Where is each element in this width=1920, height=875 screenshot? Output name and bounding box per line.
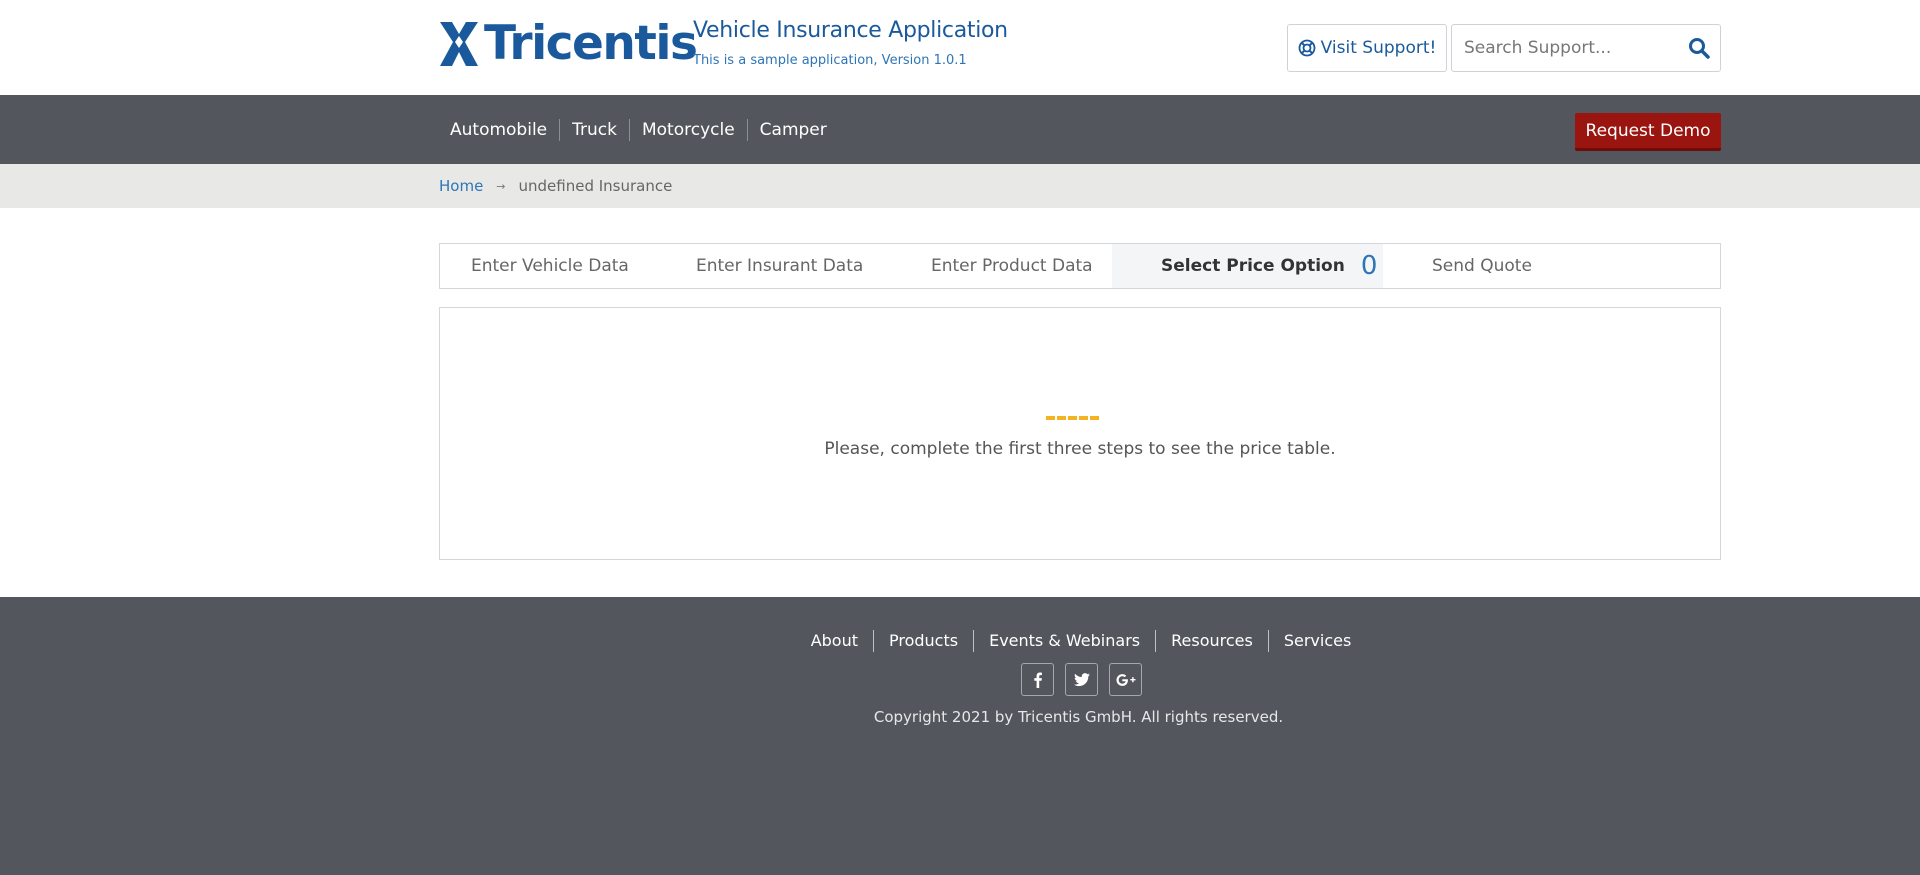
nav-item-automobile[interactable]: Automobile [438, 119, 559, 141]
step-label: Select Price Option [1161, 256, 1345, 276]
search-icon[interactable] [1688, 37, 1710, 59]
nav-item-motorcycle[interactable]: Motorcycle [628, 118, 747, 141]
copyright-text: Copyright 2021 by Tricentis GmbH. All ri… [873, 708, 1284, 726]
step-label: Send Quote [1432, 256, 1532, 276]
panel-message: Please, complete the first three steps t… [824, 439, 1336, 459]
step-label: Enter Insurant Data [696, 256, 864, 276]
footer-link-about[interactable]: About [796, 630, 873, 652]
page-footer: About Products Events & Webinars Resourc… [0, 597, 1920, 875]
app-subtitle: This is a sample application, Version 1.… [693, 53, 967, 68]
facebook-button[interactable] [1021, 663, 1054, 696]
lifebuoy-icon [1298, 39, 1316, 57]
breadcrumb-current: undefined Insurance [518, 177, 673, 195]
twitter-icon [1073, 672, 1090, 686]
search-box [1451, 24, 1721, 72]
tricentis-logo-icon [440, 22, 478, 66]
page-header: Tricentis Vehicle Insurance Application … [0, 0, 1920, 95]
footer-link-events-webinars[interactable]: Events & Webinars [973, 630, 1155, 652]
tab-select-price-option[interactable]: Select Price Option 0 [1112, 244, 1383, 288]
tab-enter-vehicle-data[interactable]: Enter Vehicle Data [471, 244, 629, 288]
google-plus-button[interactable] [1109, 663, 1142, 696]
footer-link-services[interactable]: Services [1267, 630, 1366, 652]
breadcrumb-home-link[interactable]: Home [439, 177, 483, 195]
breadcrumb-arrow-icon: → [496, 179, 506, 193]
breadcrumb: Home → undefined Insurance [0, 164, 1920, 208]
main-nav: Automobile Truck Motorcycle Camper Reque… [0, 95, 1920, 164]
app-title: Vehicle Insurance Application [693, 18, 1008, 43]
price-option-panel: Please, complete the first three steps t… [439, 307, 1721, 560]
step-count-badge: 0 [1360, 251, 1378, 281]
nav-menu: Automobile Truck Motorcycle Camper [438, 95, 839, 164]
footer-link-products[interactable]: Products [873, 630, 973, 652]
visit-support-button[interactable]: Visit Support! [1287, 24, 1447, 72]
tab-enter-insurant-data[interactable]: Enter Insurant Data [696, 244, 863, 288]
social-links [1021, 663, 1142, 696]
nav-item-truck[interactable]: Truck [559, 118, 629, 141]
wizard-steps: Enter Vehicle Data Enter Insurant Data E… [439, 243, 1721, 289]
request-demo-button[interactable]: Request Demo [1575, 113, 1721, 151]
step-label: Enter Product Data [931, 256, 1093, 276]
tab-enter-product-data[interactable]: Enter Product Data [931, 244, 1093, 288]
visit-support-label: Visit Support! [1320, 38, 1437, 58]
search-input[interactable] [1452, 38, 1677, 58]
tricentis-logo[interactable]: Tricentis [438, 16, 698, 71]
loading-indicator [1046, 416, 1099, 420]
footer-links: About Products Events & Webinars Resourc… [0, 630, 1920, 652]
footer-link-resources[interactable]: Resources [1155, 630, 1268, 652]
google-plus-icon [1116, 673, 1135, 686]
facebook-icon [1033, 672, 1042, 688]
twitter-button[interactable] [1065, 663, 1098, 696]
logo-text: Tricentis [484, 16, 698, 71]
step-label: Enter Vehicle Data [471, 256, 629, 276]
tab-send-quote[interactable]: Send Quote [1432, 244, 1532, 288]
nav-item-camper[interactable]: Camper [746, 118, 839, 141]
